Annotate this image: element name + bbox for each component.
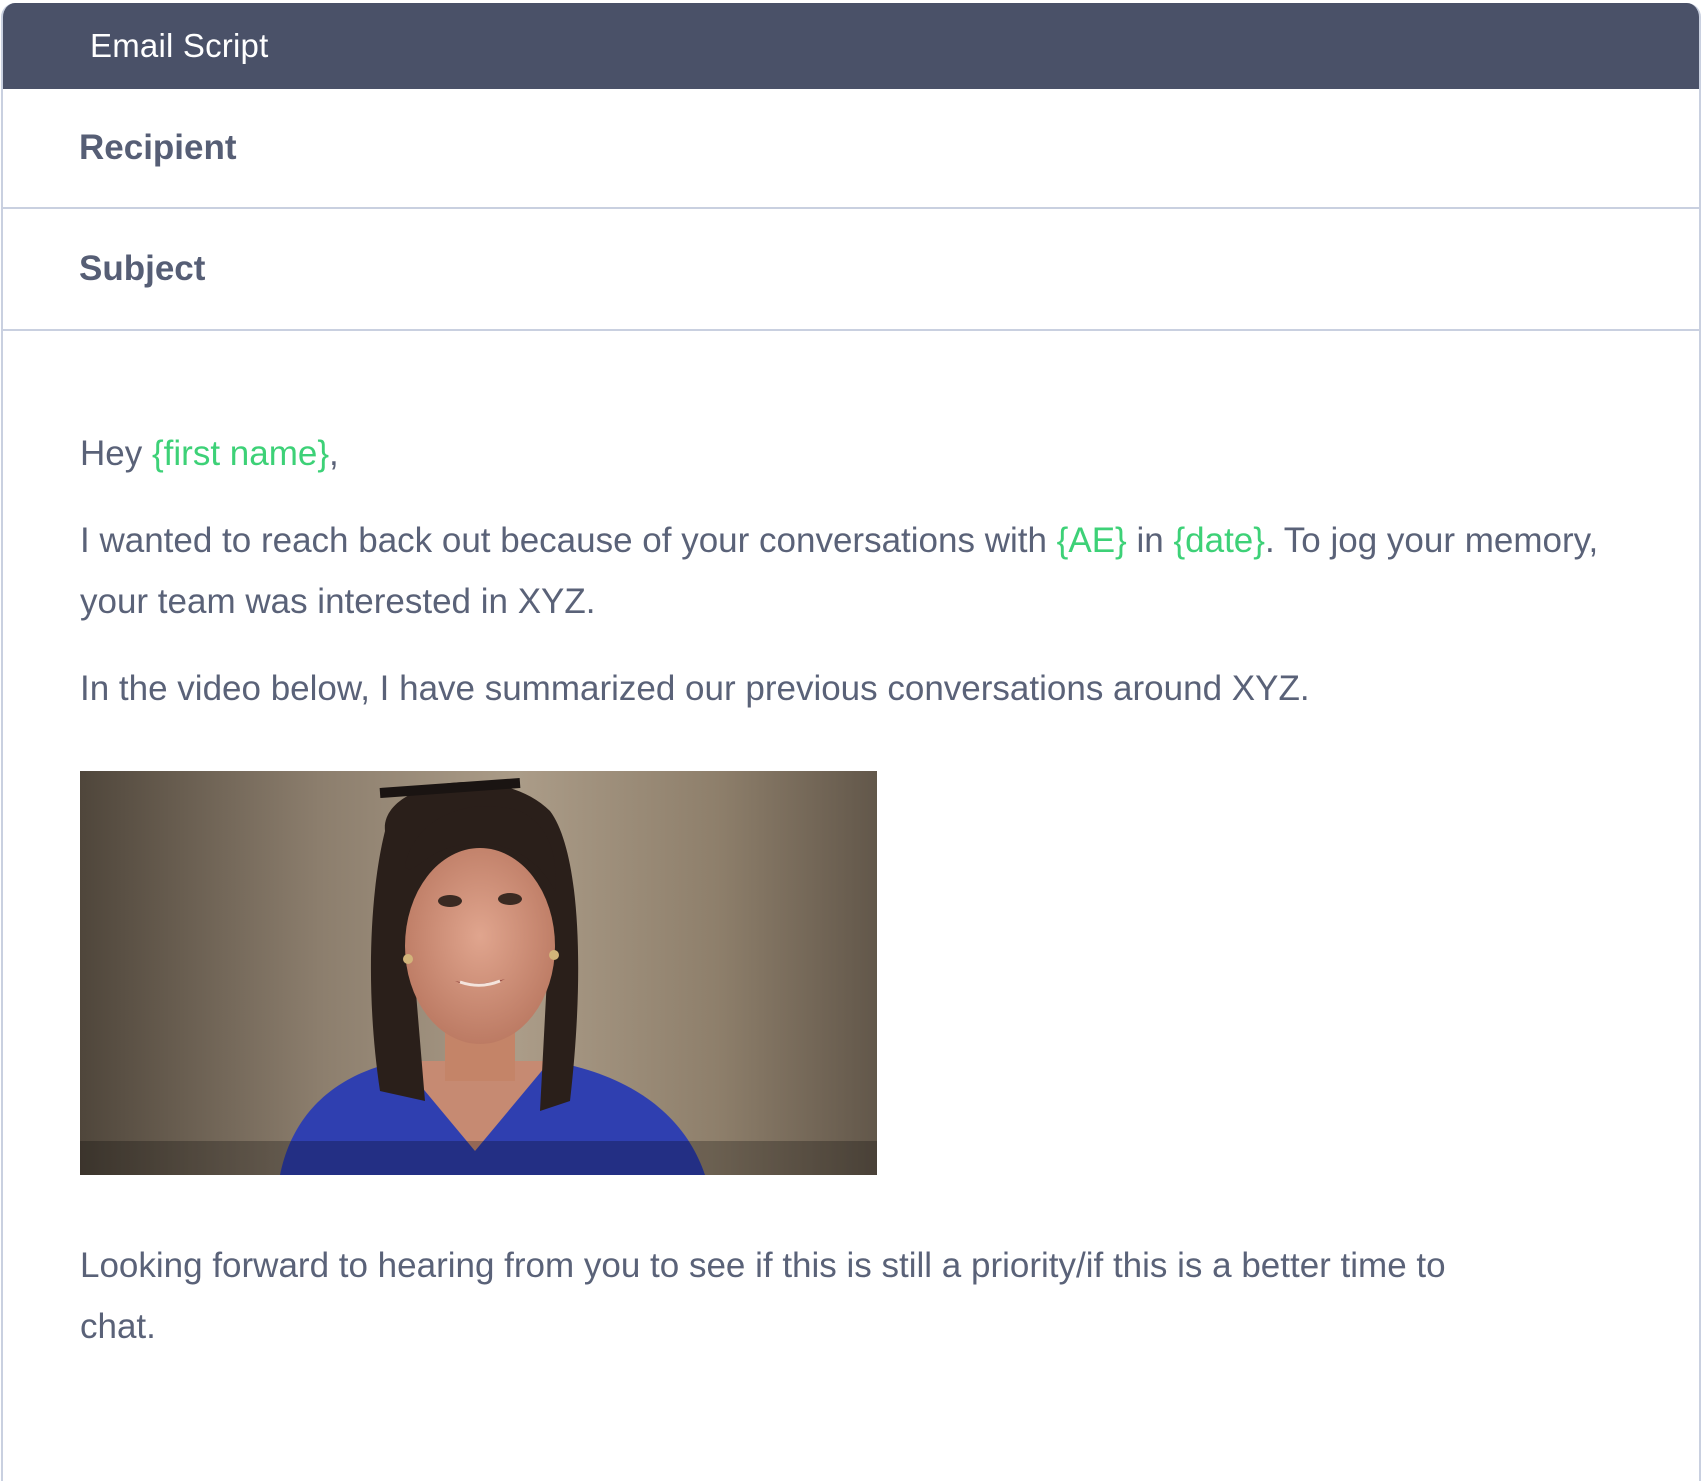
video-thumbnail[interactable]: [80, 771, 877, 1175]
email-body[interactable]: Hey {first name}, I wanted to reach back…: [3, 331, 1699, 1357]
window-title: Email Script: [90, 27, 269, 64]
closing-paragraph: Looking forward to hearing from you to s…: [80, 1246, 1446, 1346]
paragraph-1-part-b: in: [1126, 521, 1174, 560]
recipient-label: Recipient: [79, 128, 237, 167]
first-name-token: {first name}: [151, 434, 330, 473]
greeting-prefix: Hey: [80, 434, 152, 473]
ae-token: {AE}: [1056, 521, 1127, 560]
video-frame-illustration: [80, 771, 877, 1175]
paragraph-2: In the video below, I have summarized ou…: [80, 669, 1310, 708]
subject-field[interactable]: Subject: [3, 209, 1699, 331]
paragraph-1-part-a: I wanted to reach back out because of yo…: [80, 521, 1057, 560]
greeting-suffix: ,: [329, 434, 339, 473]
paragraph-1: I wanted to reach back out because of yo…: [80, 510, 1600, 632]
date-token: {date}: [1173, 521, 1265, 560]
subject-label: Subject: [79, 249, 206, 288]
email-script-window: Email Script Recipient Subject Hey {firs…: [1, 3, 1701, 1481]
title-bar: Email Script: [3, 3, 1699, 89]
greeting-line: Hey {first name},: [80, 423, 1600, 484]
recipient-field[interactable]: Recipient: [3, 89, 1699, 209]
